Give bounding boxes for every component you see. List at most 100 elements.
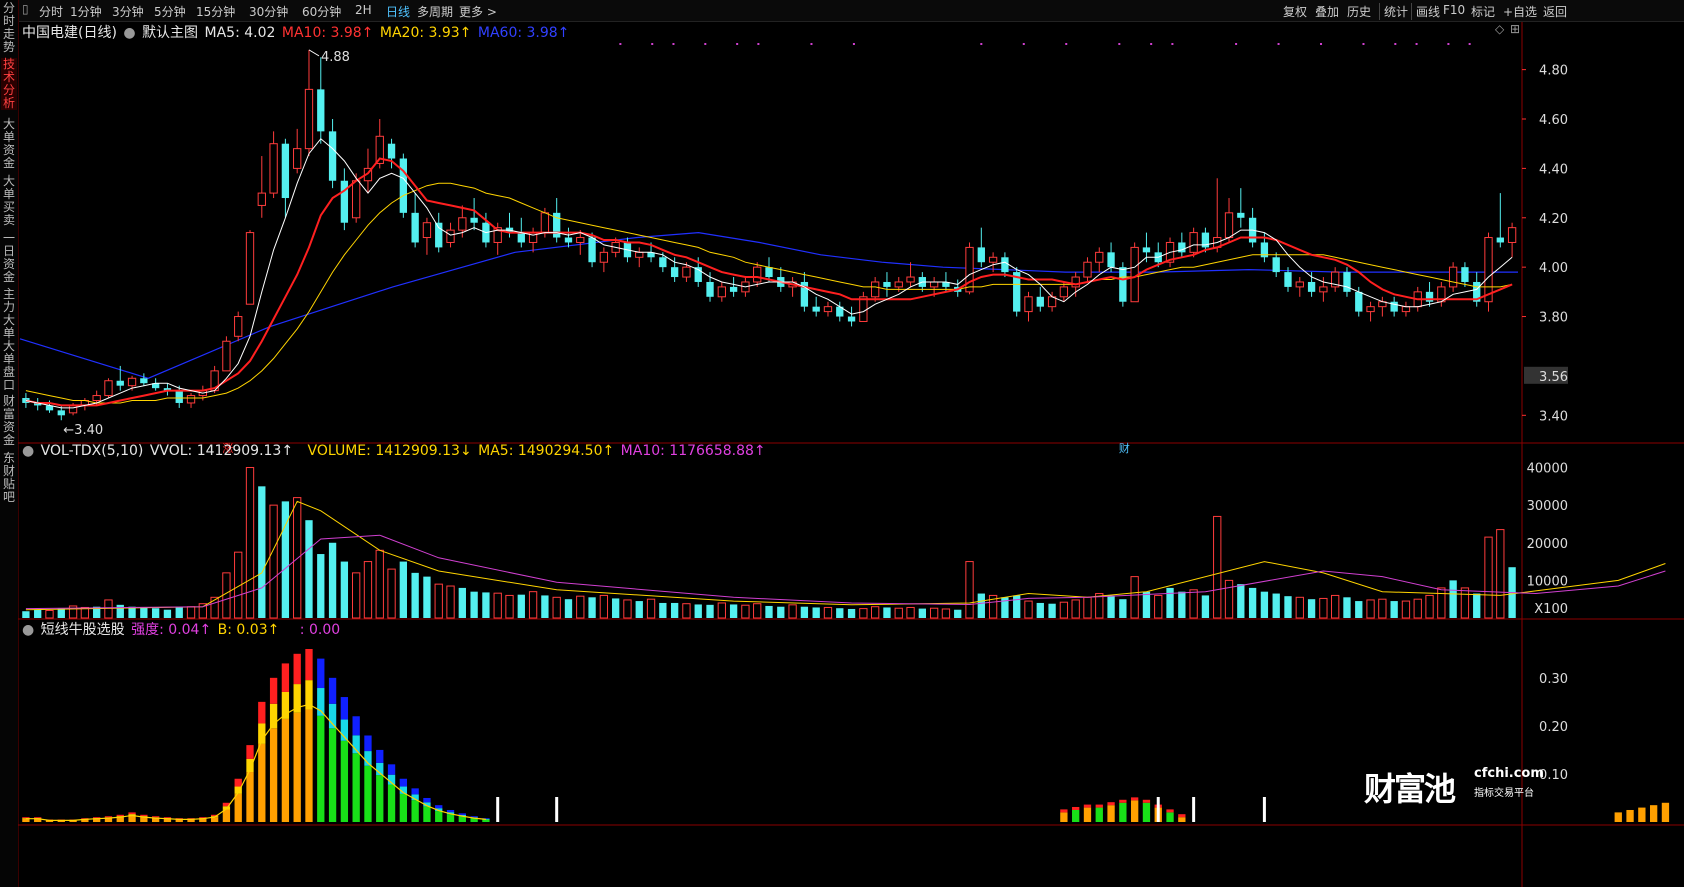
volume-bar-up (1059, 601, 1069, 619)
volume-bar-up (1024, 600, 1033, 619)
indicator-bar-base (140, 817, 148, 822)
indicator-bar-top (411, 788, 419, 795)
candle-body-up (965, 246, 974, 293)
volume-bar-up (741, 604, 750, 619)
candle-body-up (104, 380, 113, 397)
candle-body-up (1224, 212, 1234, 239)
indicator-bar-small (1626, 809, 1634, 822)
volume-bar-down (777, 606, 785, 618)
price-axis-label: 4.80 (1539, 64, 1568, 79)
candle-body-down (1142, 247, 1151, 253)
indicator-bar-top (151, 816, 160, 818)
indicator-bar-base (446, 814, 455, 822)
candle-body-down (812, 306, 820, 312)
indicator-bar-small (1083, 807, 1092, 822)
expand-icon[interactable]: ⊞ (1510, 22, 1520, 36)
candle-body-down (116, 380, 124, 386)
c-value: : 0.00 (299, 622, 341, 638)
candle-body-down (399, 158, 408, 213)
indicator-bar-base (234, 793, 242, 822)
volume-bar-up (1319, 597, 1328, 619)
indicator-bar-cap (1060, 809, 1068, 813)
indicator-bar-top (93, 817, 101, 819)
indicator-bar-top (140, 814, 148, 817)
candle-body-up (753, 266, 762, 283)
volume-bar-down (517, 594, 525, 618)
volume-bar-up (1189, 589, 1198, 619)
top-dot-marker (980, 43, 983, 45)
cfchi-watermark: 财富池 cfchi.com 指标交易平台 (1364, 760, 1544, 810)
indicator-name[interactable]: 短线牛股选股 (41, 622, 125, 638)
top-dot-marker (1065, 43, 1068, 45)
volume-axis-label: 20000 (1527, 537, 1568, 552)
vol-ma5-value: MA5: 1490294.50↑ (478, 443, 615, 459)
candle-body-down (765, 267, 773, 278)
indicator-bar-base (340, 740, 349, 822)
volume-bar-down (1272, 593, 1280, 618)
volume-bar-down (22, 611, 30, 618)
indicator-dot-icon[interactable]: ● (22, 622, 34, 638)
indicator-bar-base (246, 772, 254, 822)
candle-body-up (245, 232, 255, 305)
indicator-bar-cap (1107, 802, 1115, 806)
candle-body-up (906, 276, 915, 283)
candle-body-up (127, 377, 137, 387)
settings-diamond-icon[interactable]: ◇ (1495, 22, 1504, 36)
top-dot-marker (1150, 43, 1153, 45)
volume-bar-up (1154, 594, 1163, 619)
top-dot-marker (1171, 43, 1174, 45)
volume-bar-up (434, 583, 443, 619)
top-dot-marker (619, 43, 622, 45)
volume-bar-down (635, 601, 643, 618)
candle-body-down (1119, 267, 1127, 302)
volume-bar-down (1048, 603, 1056, 618)
candle-body-down (340, 180, 349, 223)
volume-bar-up (375, 549, 384, 619)
top-dot-marker (852, 43, 855, 45)
volume-bar-down (34, 609, 42, 618)
volume-bar-up (293, 497, 302, 619)
candle-body-up (988, 256, 998, 263)
candle-body-down (670, 267, 679, 278)
volume-bar-down (1307, 599, 1316, 618)
vol-ma10-value: MA10: 1176658.88↑ (620, 443, 766, 459)
candle-body-up (422, 222, 432, 239)
candle-body-down (470, 217, 478, 223)
volume-bar-up (1425, 594, 1434, 619)
indicator-bar-cap (1178, 814, 1186, 818)
indicator-bar-top (104, 816, 113, 818)
volume-bar-down (328, 542, 337, 618)
volume-bar-up (623, 599, 632, 619)
volume-axis-label: 10000 (1527, 574, 1568, 589)
volume-bar-down (57, 608, 65, 618)
volume-bar-down (1013, 595, 1021, 618)
volume-bar-up (1071, 599, 1080, 619)
volume-bar-up (682, 603, 691, 619)
candle-body-up (929, 281, 939, 288)
indicator-bar-cap (1083, 804, 1092, 808)
volume-dot-icon[interactable]: ● (22, 443, 34, 459)
indicator-bar-top (458, 813, 466, 815)
volume-bar-up (505, 594, 514, 619)
candle-body-up (1083, 261, 1092, 278)
top-dot-marker (736, 43, 739, 45)
candle-body-down (57, 410, 65, 416)
volume-indicator-name[interactable]: VOL-TDX(5,10) (41, 443, 144, 459)
indicator-bar-base (435, 811, 443, 822)
volume-bar-up (1295, 596, 1304, 619)
b-value: B: 0.03↑ (217, 622, 280, 638)
volume-bar-down (458, 587, 466, 618)
indicator-bar-top (352, 716, 360, 736)
candle-body-down (411, 212, 419, 243)
indicator-bar-small (1649, 805, 1658, 822)
indicator-bar-small (1614, 812, 1622, 822)
indicator-dot-icon[interactable]: ● (123, 25, 135, 41)
candle-body-down (847, 316, 856, 322)
candle-body-down (588, 237, 596, 263)
stock-title[interactable]: 中国电建(日线) (22, 25, 117, 41)
candle-body-down (281, 143, 290, 199)
indicator-bar-small (1638, 807, 1646, 822)
candle-body-up (1507, 227, 1517, 243)
volume-axis-label: 30000 (1527, 499, 1568, 514)
main-indicator-name[interactable]: 默认主图 (142, 25, 198, 41)
